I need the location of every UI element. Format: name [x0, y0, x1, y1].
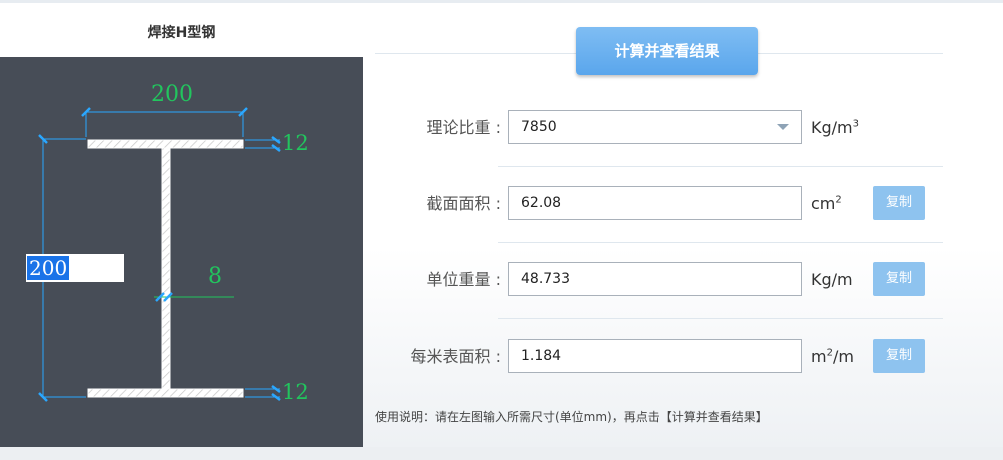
density-unit: Kg/m3: [811, 118, 859, 137]
weight-label: 单位重量 :: [426, 270, 501, 289]
copy-weight-button[interactable]: 复制: [873, 262, 925, 296]
row-density: 理论比重 : 7850 Kg/m3: [363, 110, 1003, 150]
row-surface: 每米表面积 : 1.184 m2/m 复制: [363, 339, 1003, 379]
row-divider: [498, 242, 943, 243]
copy-surface-button[interactable]: 复制: [873, 339, 925, 373]
weight-field[interactable]: 48.733: [508, 262, 802, 296]
density-value: 7850: [521, 119, 557, 135]
area-value: 62.08: [521, 195, 562, 211]
bottom-flange: [87, 388, 244, 398]
row-area: 截面面积 : 62.08 cm2 复制: [363, 186, 1003, 226]
surface-label: 每米表面积 :: [410, 347, 501, 366]
top-flange: [87, 139, 244, 149]
surface-value: 1.184: [521, 348, 562, 364]
area-label: 截面面积 :: [426, 194, 501, 213]
right-panel: 计算并查看结果 理论比重 : 7850 Kg/m3 截面面积 : 62.08 c…: [363, 3, 1003, 447]
height-input-value: 200: [27, 256, 70, 280]
row-divider: [498, 318, 943, 319]
area-unit: cm2: [811, 194, 842, 213]
chevron-down-icon: [777, 124, 789, 130]
density-label: 理论比重 :: [426, 118, 501, 137]
section-title: 焊接H型钢: [147, 25, 216, 41]
web-thickness-label: 8: [208, 264, 222, 289]
top-flange-thickness-label: 12: [282, 131, 309, 155]
density-select[interactable]: 7850: [508, 110, 802, 144]
area-field[interactable]: 62.08: [508, 186, 802, 220]
top-width-label: 200: [151, 82, 193, 107]
weight-value: 48.733: [521, 271, 570, 287]
h-beam-drawing: 200 12 8 12 200: [0, 57, 363, 450]
left-panel: 焊接H型钢 200 12 8 12 200: [0, 3, 363, 450]
surface-field[interactable]: 1.184: [508, 339, 802, 373]
bottom-flange-thickness-label: 12: [282, 380, 309, 404]
weight-unit: Kg/m: [811, 270, 853, 289]
copy-area-button[interactable]: 复制: [873, 186, 925, 220]
bottom-bar: [0, 447, 1003, 460]
row-divider: [498, 166, 943, 167]
web: [161, 147, 171, 390]
row-weight: 单位重量 : 48.733 Kg/m 复制: [363, 262, 1003, 302]
surface-unit: m2/m: [811, 347, 854, 366]
usage-note: 使用说明：请在左图输入所需尺寸(单位mm)，再点击【计算并查看结果】: [375, 410, 768, 424]
height-input[interactable]: 200: [26, 254, 124, 282]
calculate-button[interactable]: 计算并查看结果: [576, 27, 758, 75]
